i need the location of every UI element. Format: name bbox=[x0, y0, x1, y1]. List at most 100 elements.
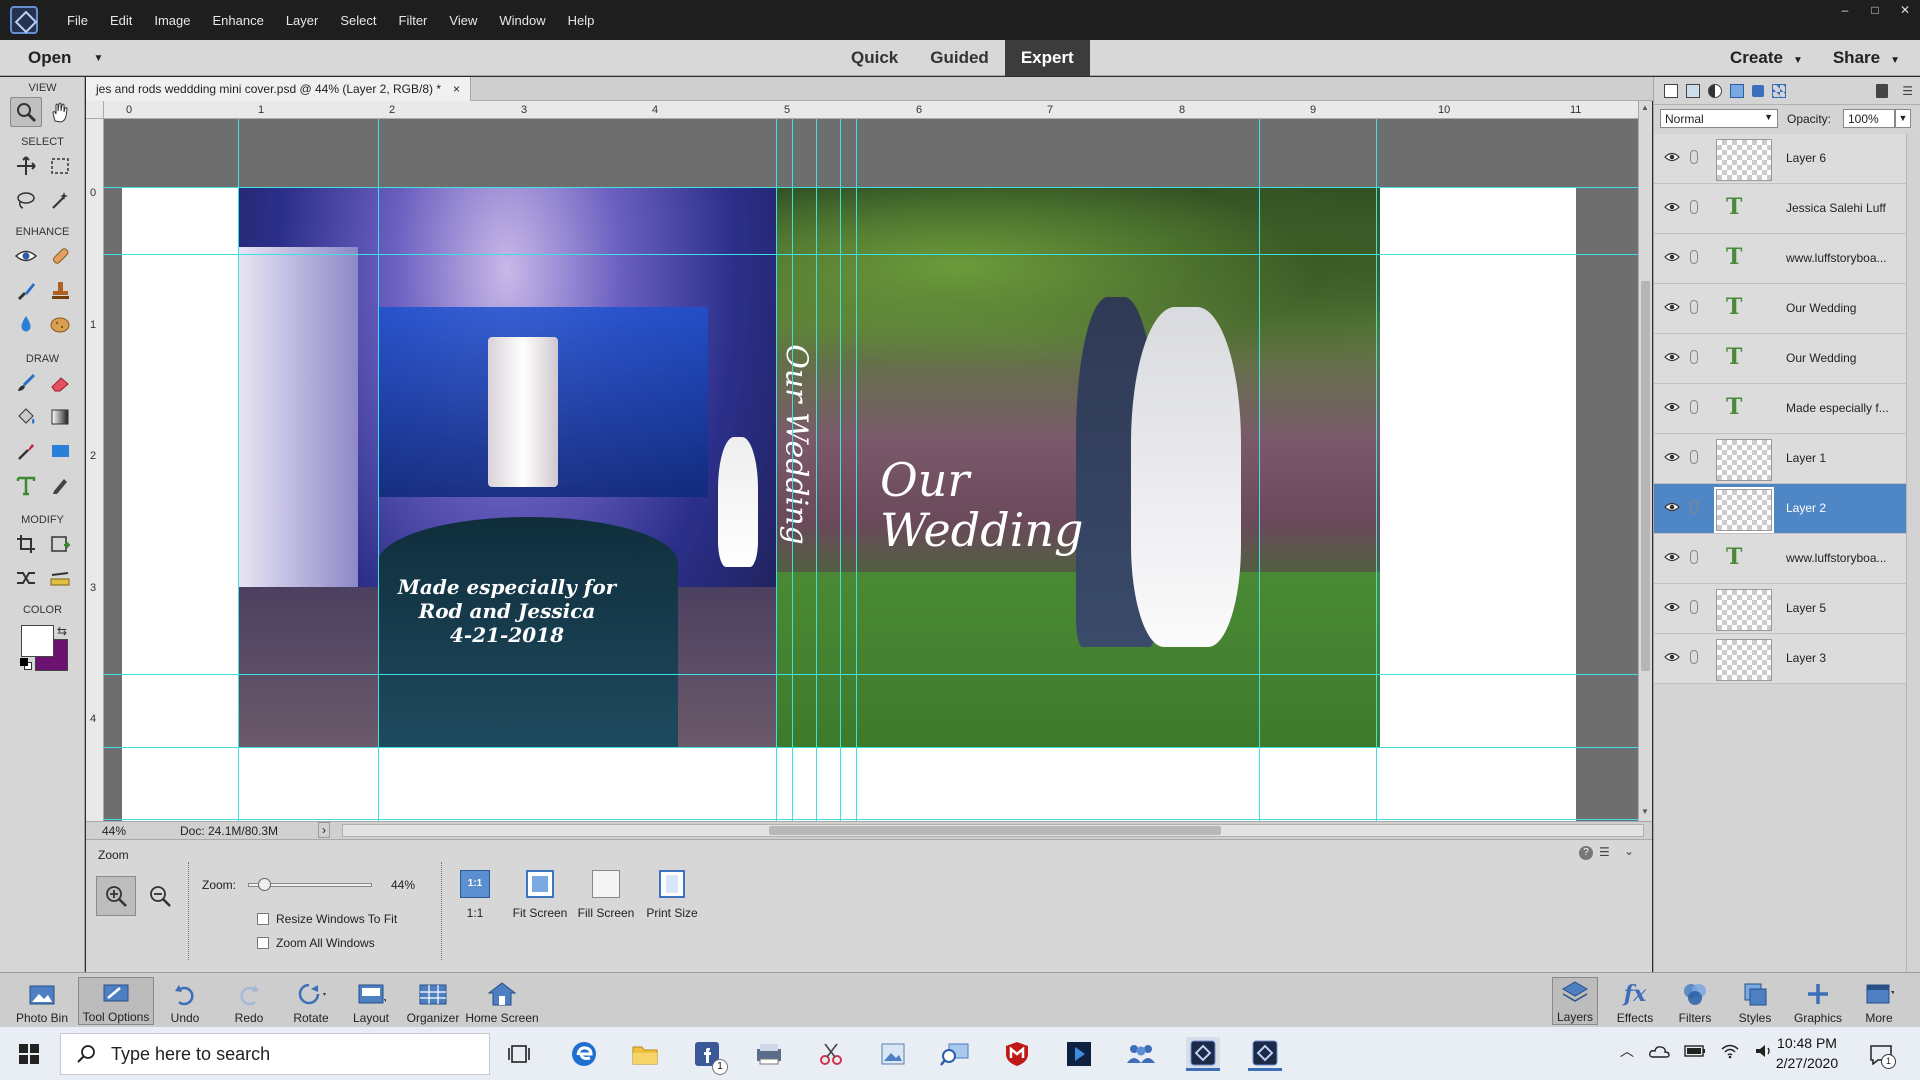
visibility-eye-icon[interactable] bbox=[1664, 351, 1680, 366]
close-document-icon[interactable]: × bbox=[453, 82, 460, 96]
taskbar-search-box[interactable]: Type here to search bbox=[60, 1033, 490, 1075]
visibility-eye-icon[interactable] bbox=[1664, 401, 1680, 416]
opacity-input[interactable]: 100% bbox=[1843, 109, 1895, 128]
smart-brush-tool[interactable] bbox=[10, 275, 42, 305]
layer-mask-icon[interactable] bbox=[1730, 83, 1744, 98]
back-cover-text[interactable]: Made especially for Rod and Jessica 4-21… bbox=[238, 575, 776, 647]
marquee-tool[interactable] bbox=[44, 151, 76, 181]
maximize-button[interactable]: □ bbox=[1860, 0, 1890, 20]
front-cover-photo[interactable]: Our Wedding Our Wedding bbox=[776, 187, 1380, 747]
layers-scrollbar[interactable] bbox=[1906, 134, 1920, 972]
layer-thumbnail[interactable] bbox=[1716, 639, 1772, 681]
action-center-button[interactable]: 1 bbox=[1864, 1037, 1898, 1071]
content-aware-move-tool[interactable] bbox=[10, 563, 42, 593]
layer-row[interactable]: T Made especially f... bbox=[1654, 384, 1906, 434]
delete-layer-icon[interactable] bbox=[1876, 83, 1889, 98]
layer-link-icon[interactable] bbox=[1690, 450, 1698, 464]
guide-line[interactable] bbox=[104, 254, 1638, 255]
brush-tool[interactable] bbox=[10, 368, 42, 398]
guide-line[interactable] bbox=[776, 119, 777, 821]
guide-line[interactable] bbox=[104, 674, 1638, 675]
guide-line[interactable] bbox=[1376, 119, 1377, 821]
rotate-button[interactable]: Rotate bbox=[284, 977, 338, 1025]
lock-all-icon[interactable] bbox=[1752, 84, 1764, 97]
adjustment-layer-icon[interactable] bbox=[1708, 83, 1722, 98]
fill-screen-button[interactable]: Fill Screen bbox=[574, 870, 638, 920]
visibility-eye-icon[interactable] bbox=[1664, 501, 1680, 516]
fit-screen-button[interactable]: Fit Screen bbox=[508, 870, 572, 920]
layer-row[interactable]: T Our Wedding bbox=[1654, 334, 1906, 384]
guide-line[interactable] bbox=[856, 119, 857, 821]
battery-icon[interactable] bbox=[1684, 1044, 1706, 1058]
photoshop-elements-task-button[interactable] bbox=[1186, 1037, 1220, 1071]
guide-line[interactable] bbox=[104, 819, 1638, 820]
horizontal-scroll-thumb[interactable] bbox=[769, 826, 1221, 835]
visibility-eye-icon[interactable] bbox=[1664, 301, 1680, 316]
eraser-tool[interactable] bbox=[44, 368, 76, 398]
foreground-color-swatch[interactable] bbox=[21, 625, 54, 657]
resize-windows-check-box[interactable] bbox=[257, 913, 269, 925]
facebook-app-button[interactable]: 1 bbox=[690, 1037, 728, 1075]
guide-line[interactable] bbox=[238, 119, 239, 821]
windows-start-button[interactable] bbox=[12, 1037, 46, 1071]
zoom-in-button[interactable] bbox=[96, 876, 136, 916]
clone-stamp-tool[interactable] bbox=[44, 275, 76, 305]
menu-edit[interactable]: Edit bbox=[99, 13, 143, 28]
graphics-panel-button[interactable]: Graphics bbox=[1792, 977, 1844, 1025]
help-icon[interactable]: ? bbox=[1579, 846, 1593, 860]
lock-transparent-icon[interactable] bbox=[1772, 83, 1786, 98]
quick-selection-tool[interactable] bbox=[44, 185, 76, 215]
opacity-dropdown[interactable]: ▼ bbox=[1895, 109, 1911, 128]
guide-line[interactable] bbox=[792, 119, 793, 821]
layer-row[interactable]: Layer 1 bbox=[1654, 434, 1906, 484]
document-canvas[interactable]: Made especially for Rod and Jessica 4-21… bbox=[104, 119, 1638, 821]
layer-row[interactable]: T Jessica Salehi Luff bbox=[1654, 184, 1906, 234]
layer-row[interactable]: Layer 2 bbox=[1654, 484, 1906, 534]
visibility-eye-icon[interactable] bbox=[1664, 551, 1680, 566]
new-group-icon[interactable] bbox=[1686, 83, 1700, 98]
filters-panel-button[interactable]: Filters bbox=[1672, 977, 1718, 1025]
layer-thumbnail[interactable] bbox=[1716, 589, 1772, 631]
visibility-eye-icon[interactable] bbox=[1664, 251, 1680, 266]
file-explorer-button[interactable] bbox=[628, 1037, 662, 1071]
effects-panel-button[interactable]: fx Effects bbox=[1612, 977, 1658, 1025]
open-button[interactable]: Open ▼ bbox=[28, 40, 103, 76]
vertical-scroll-thumb[interactable] bbox=[1641, 281, 1650, 671]
visibility-eye-icon[interactable] bbox=[1664, 651, 1680, 666]
swap-colors-icon[interactable]: ⇆ bbox=[57, 624, 67, 638]
print-size-button[interactable]: Print Size bbox=[640, 870, 704, 920]
layer-thumbnail[interactable] bbox=[1714, 487, 1774, 533]
zoom-all-windows-check-box[interactable] bbox=[257, 937, 269, 949]
edge-browser-button[interactable] bbox=[567, 1037, 601, 1071]
taskbar-clock[interactable]: 10:48 PM 2/27/2020 bbox=[1762, 1033, 1852, 1073]
tab-quick[interactable]: Quick bbox=[835, 40, 914, 76]
more-panel-button[interactable]: More bbox=[1856, 977, 1902, 1025]
scroll-down-icon[interactable]: ▼ bbox=[1641, 807, 1649, 816]
spine-text[interactable]: Our Wedding bbox=[766, 337, 826, 557]
resize-windows-checkbox[interactable]: Resize Windows To Fit bbox=[257, 912, 397, 926]
styles-panel-button[interactable]: Styles bbox=[1732, 977, 1778, 1025]
move-tool[interactable] bbox=[10, 151, 42, 181]
back-cover-photo[interactable]: Made especially for Rod and Jessica 4-21… bbox=[238, 187, 776, 747]
layer-row[interactable]: Twww.luffstoryboa... bbox=[1654, 534, 1906, 584]
scroll-up-icon[interactable]: ▲ bbox=[1641, 103, 1649, 112]
guide-line[interactable] bbox=[104, 187, 1638, 188]
organizer-button[interactable]: Organizer bbox=[404, 977, 462, 1025]
photo-bin-button[interactable]: Photo Bin bbox=[12, 977, 72, 1025]
menu-select[interactable]: Select bbox=[329, 13, 387, 28]
red-eye-tool[interactable] bbox=[10, 241, 42, 271]
hand-tool[interactable] bbox=[44, 97, 76, 127]
zoom-value[interactable]: 44% bbox=[391, 878, 415, 892]
layer-link-icon[interactable] bbox=[1690, 200, 1698, 214]
magnifier-app-button[interactable] bbox=[938, 1037, 972, 1071]
menu-help[interactable]: Help bbox=[557, 13, 606, 28]
people-app-button[interactable] bbox=[1124, 1037, 1158, 1071]
visibility-eye-icon[interactable] bbox=[1664, 451, 1680, 466]
layer-link-icon[interactable] bbox=[1690, 150, 1698, 164]
healing-brush-tool[interactable] bbox=[44, 241, 76, 271]
tab-expert[interactable]: Expert bbox=[1004, 40, 1090, 76]
layer-row[interactable]: Twww.luffstoryboa... bbox=[1654, 234, 1906, 284]
mcafee-app-button[interactable] bbox=[1000, 1037, 1034, 1071]
create-button[interactable]: Create ▼ bbox=[1730, 48, 1803, 68]
gradient-tool[interactable] bbox=[44, 402, 76, 432]
